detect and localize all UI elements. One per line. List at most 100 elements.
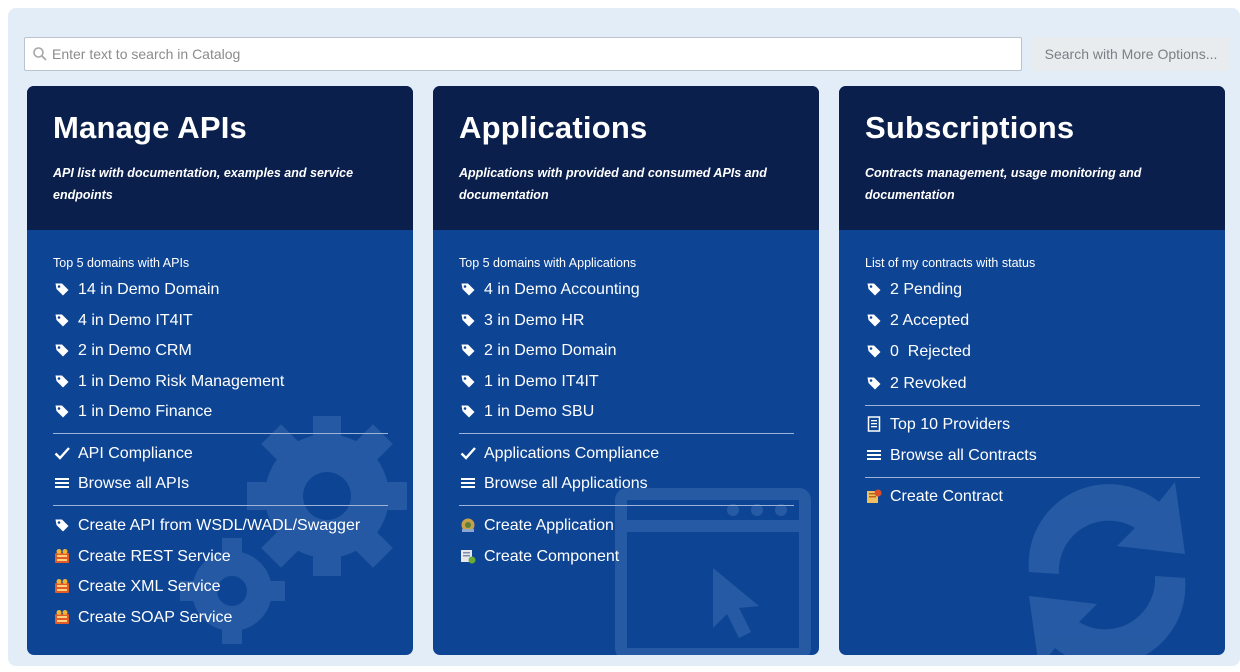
api-compliance-link[interactable]: API Compliance — [53, 442, 193, 466]
tag-icon — [865, 343, 883, 359]
search-input[interactable] — [52, 38, 1012, 70]
contract-status-link[interactable]: 0 Rejected — [865, 340, 971, 364]
card-title: Applications — [459, 110, 648, 145]
browse-all-applications-link[interactable]: Browse all Applications — [459, 472, 648, 496]
domain-link[interactable]: 1 in Demo Risk Management — [53, 370, 284, 394]
tag-icon — [865, 312, 883, 328]
create-api-from-spec-link[interactable]: Create API from WSDL/WADL/Swagger — [53, 514, 360, 538]
tag-icon — [865, 375, 883, 391]
domain-link[interactable]: 1 in Demo SBU — [459, 400, 594, 424]
link-label: Create Contract — [890, 488, 1003, 505]
link-label: Browse all Contracts — [890, 447, 1037, 464]
search-bar: Search with More Options... — [24, 37, 1232, 73]
card-description: API list with documentation, examples an… — [53, 166, 354, 202]
create-contract-link[interactable]: Create Contract — [865, 485, 1003, 509]
domain-link[interactable]: 2 in Demo CRM — [53, 339, 192, 363]
domain-link[interactable]: 4 in Demo IT4IT — [53, 309, 193, 333]
list-icon — [865, 447, 883, 463]
link-label: API Compliance — [78, 445, 193, 462]
card-header: Subscriptions Contracts management, usag… — [839, 86, 1225, 230]
divider — [459, 505, 794, 506]
domain-link[interactable]: 3 in Demo HR — [459, 309, 584, 333]
tag-icon — [53, 517, 71, 533]
domain-link[interactable]: 1 in Demo IT4IT — [459, 370, 599, 394]
divider — [865, 477, 1200, 478]
divider — [53, 433, 388, 434]
tag-icon — [459, 403, 477, 419]
section-label: Top 5 domains with Applications — [459, 256, 637, 270]
contract-status-label: 0 Rejected — [890, 343, 971, 360]
create-component-link[interactable]: Create Component — [459, 545, 619, 569]
domain-link[interactable]: 4 in Demo Accounting — [459, 278, 640, 302]
search-more-options-button[interactable]: Search with More Options... — [1032, 37, 1230, 71]
domain-link-label: 1 in Demo SBU — [484, 403, 595, 420]
link-label: Applications Compliance — [484, 445, 660, 462]
manage-apis-card: Manage APIs API list with documentation,… — [27, 86, 413, 655]
link-label: Top 10 Providers — [890, 416, 1011, 433]
search-box — [24, 37, 1022, 71]
app-window-icon — [615, 488, 811, 655]
contract-status-label: 2 Revoked — [890, 375, 967, 392]
card-description: Applications with provided and consumed … — [459, 166, 767, 202]
browse-all-apis-link[interactable]: Browse all APIs — [53, 472, 189, 496]
tag-icon — [865, 281, 883, 297]
domain-link-label: 2 in Demo Domain — [484, 342, 617, 359]
tag-icon — [459, 373, 477, 389]
link-label: Create REST Service — [78, 548, 231, 565]
link-label: Create Application — [484, 517, 614, 534]
contract-status-link[interactable]: 2 Revoked — [865, 372, 967, 396]
tag-icon — [53, 312, 71, 328]
link-label: Create SOAP Service — [78, 609, 233, 626]
application-icon — [459, 517, 477, 533]
domain-link-label: 14 in Demo Domain — [78, 281, 220, 298]
contract-icon — [865, 488, 883, 504]
domain-link[interactable]: 2 in Demo Domain — [459, 339, 617, 363]
applications-card: Applications Applications with provided … — [433, 86, 819, 655]
tag-icon — [459, 281, 477, 297]
divider — [865, 405, 1200, 406]
section-label: List of my contracts with status — [865, 256, 1036, 270]
domain-link-label: 2 in Demo CRM — [78, 342, 192, 359]
document-icon — [865, 416, 883, 432]
top-providers-link[interactable]: Top 10 Providers — [865, 413, 1010, 437]
card-header: Applications Applications with provided … — [433, 86, 819, 230]
tag-icon — [53, 403, 71, 419]
card-header: Manage APIs API list with documentation,… — [27, 86, 413, 230]
list-icon — [459, 475, 477, 491]
service-icon — [53, 578, 71, 594]
contract-status-label: 2 Pending — [890, 281, 963, 298]
service-icon — [53, 548, 71, 564]
domain-link-label: 3 in Demo HR — [484, 312, 585, 329]
section-label: Top 5 domains with APIs — [53, 256, 190, 270]
create-rest-service-link[interactable]: Create REST Service — [53, 545, 231, 569]
tag-icon — [53, 342, 71, 358]
contract-status-label: 2 Accepted — [890, 312, 970, 329]
domain-link[interactable]: 14 in Demo Domain — [53, 278, 219, 302]
domain-link[interactable]: 1 in Demo Finance — [53, 400, 212, 424]
tag-icon — [459, 342, 477, 358]
checkmark-icon — [459, 445, 477, 461]
domain-link-label: 1 in Demo IT4IT — [484, 373, 599, 390]
tag-icon — [459, 312, 477, 328]
link-label: Create API from WSDL/WADL/Swagger — [78, 517, 361, 534]
card-description: Contracts management, usage monitoring a… — [865, 166, 1142, 202]
contract-status-link[interactable]: 2 Pending — [865, 278, 962, 302]
tag-icon — [53, 373, 71, 389]
create-xml-service-link[interactable]: Create XML Service — [53, 575, 221, 599]
domain-link-label: 4 in Demo IT4IT — [78, 312, 193, 329]
refresh-arrows-icon — [1028, 482, 1186, 655]
card-title: Subscriptions — [865, 110, 1075, 145]
link-label: Create Component — [484, 548, 620, 565]
domain-link-label: 1 in Demo Finance — [78, 403, 213, 420]
domain-link-label: 1 in Demo Risk Management — [78, 373, 285, 390]
link-label: Browse all APIs — [78, 475, 190, 492]
component-icon — [459, 548, 477, 564]
tag-icon — [53, 281, 71, 297]
link-label: Browse all Applications — [484, 475, 648, 492]
divider — [53, 505, 388, 506]
applications-compliance-link[interactable]: Applications Compliance — [459, 442, 659, 466]
create-application-link[interactable]: Create Application — [459, 514, 614, 538]
contract-status-link[interactable]: 2 Accepted — [865, 309, 969, 333]
create-soap-service-link[interactable]: Create SOAP Service — [53, 606, 232, 630]
browse-all-contracts-link[interactable]: Browse all Contracts — [865, 444, 1037, 468]
